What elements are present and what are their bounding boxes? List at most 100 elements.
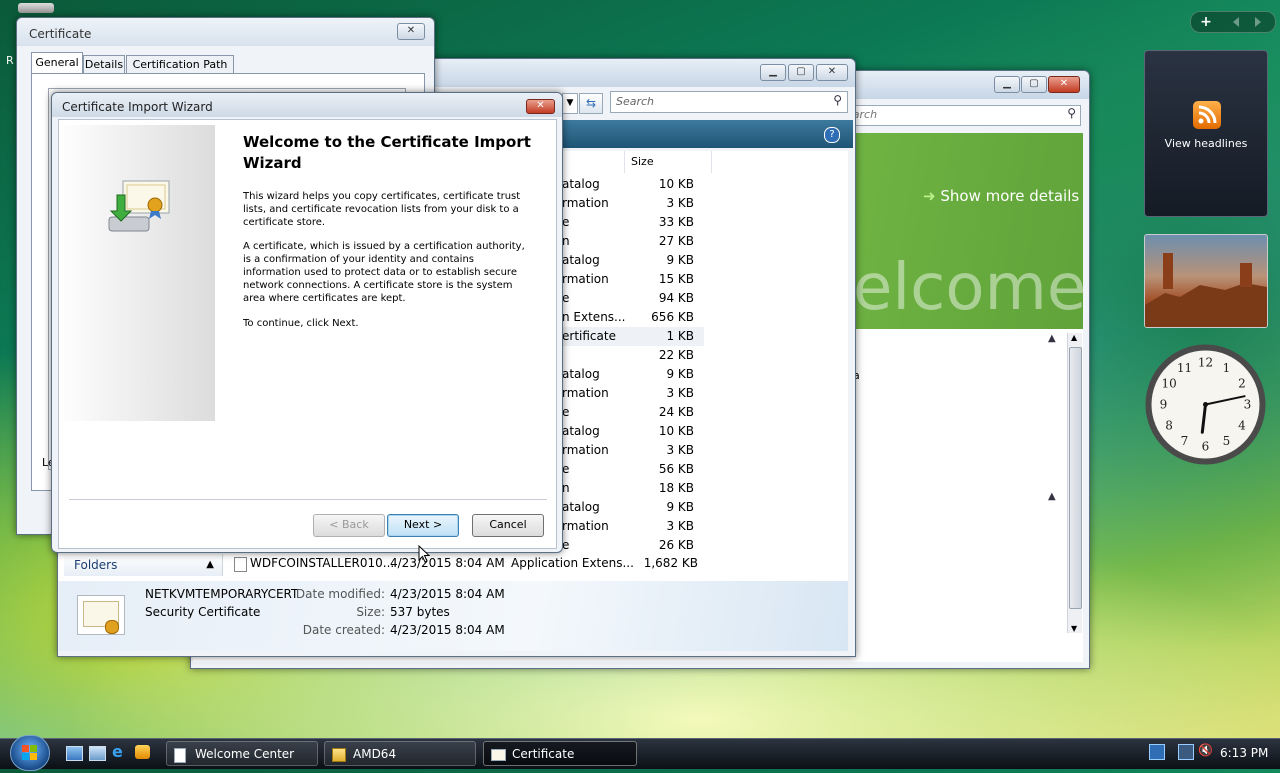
file-size: 9 KB xyxy=(666,367,694,381)
file-icon xyxy=(234,557,247,572)
address-dropdown-icon[interactable]: ▼ xyxy=(562,93,578,114)
details-created-value: 4/23/2015 8:04 AM xyxy=(390,623,505,637)
start-button[interactable] xyxy=(10,735,50,771)
file-row[interactable]: rmation 3 KB xyxy=(558,194,704,213)
file-row[interactable]: n 18 KB xyxy=(558,479,704,498)
scroll-thumb[interactable] xyxy=(1069,347,1082,609)
file-type-fragment: ertificate xyxy=(562,329,616,343)
scroll-down-icon[interactable]: ▼ xyxy=(1071,624,1077,633)
refresh-button[interactable]: ⇆ xyxy=(579,93,603,114)
clock-gadget[interactable]: 1 2 3 4 5 6 7 8 9 10 11 12 xyxy=(1143,342,1268,467)
welcome-search-box[interactable]: earch ⚲ xyxy=(841,105,1081,126)
file-row[interactable]: e 94 KB xyxy=(558,289,704,308)
clock-number: 6 xyxy=(1202,440,1210,454)
file-name: WDFCOINSTALLER010... xyxy=(250,556,395,570)
welcome-banner-text: elcome xyxy=(853,251,1083,325)
file-row[interactable]: atalog 10 KB xyxy=(558,422,704,441)
explorer-maximize-button[interactable]: ▢ xyxy=(788,64,814,81)
tray-network-icon[interactable] xyxy=(1178,744,1194,760)
explorer-search-box[interactable]: Search ⚲ xyxy=(610,91,848,113)
file-row[interactable]: ertificate 1 KB xyxy=(558,327,704,346)
tab-certification-path[interactable]: Certification Path xyxy=(126,55,234,74)
sidebar-prev-icon[interactable] xyxy=(1233,17,1239,27)
back-button[interactable]: < Back xyxy=(313,514,385,537)
file-row[interactable]: e 33 KB xyxy=(558,213,704,232)
help-icon[interactable]: ? xyxy=(824,127,840,143)
file-row[interactable]: atalog 9 KB xyxy=(558,251,704,270)
sidebar-add-button[interactable]: + xyxy=(1197,12,1215,32)
file-row[interactable]: 22 KB xyxy=(558,346,704,365)
show-desktop-icon[interactable] xyxy=(66,746,83,761)
tray-language-icon[interactable] xyxy=(1149,744,1165,760)
clock-number: 11 xyxy=(1177,361,1192,375)
show-more-details-link[interactable]: ➜ Show more details xyxy=(923,187,1079,205)
file-rows: atalog 10 KB rmation 3 KB e 33 KB n 27 KB atalog… xyxy=(558,175,704,555)
rss-icon xyxy=(1193,101,1221,129)
taskbar-button-certificate[interactable]: Certificate xyxy=(483,741,637,766)
file-size: 656 KB xyxy=(651,310,694,324)
taskbar-button-amd64[interactable]: AMD64 xyxy=(324,741,476,766)
file-row[interactable]: rmation 3 KB xyxy=(558,384,704,403)
file-type-fragment: atalog xyxy=(562,500,600,514)
tray-volume-muted-icon[interactable]: 🔇 xyxy=(1198,743,1213,757)
details-size-label: Size: xyxy=(356,605,385,619)
welcome-scrollbar[interactable]: ▲ ▼ xyxy=(1067,333,1082,633)
folders-label: Folders xyxy=(74,558,118,572)
import-wizard-dialog[interactable]: Certificate Import Wizard ✕ Welcome to t… xyxy=(51,92,563,553)
wizard-close-button[interactable]: ✕ xyxy=(526,99,555,114)
welcome-collapse-icon-2[interactable]: ▲ xyxy=(1048,491,1056,502)
monument-valley-image xyxy=(1145,253,1267,327)
sidebar-next-icon[interactable] xyxy=(1255,17,1261,27)
file-type-fragment: rmation xyxy=(562,519,609,533)
tab-general[interactable]: General xyxy=(31,52,83,74)
explorer-minimize-button[interactable]: ▁ xyxy=(760,64,786,81)
file-type-fragment: rmation xyxy=(562,196,609,210)
taskbar-button-welcome-center[interactable]: Welcome Center xyxy=(166,741,318,766)
windows-logo-icon xyxy=(22,745,37,760)
file-row[interactable]: rmation 15 KB xyxy=(558,270,704,289)
sidebar-controls: + xyxy=(1190,11,1276,33)
file-row[interactable]: e 26 KB xyxy=(558,536,704,555)
file-type-fragment: rmation xyxy=(562,443,609,457)
file-row[interactable]: atalog 9 KB xyxy=(558,365,704,384)
clock-number: 5 xyxy=(1223,434,1231,448)
file-size: 9 KB xyxy=(666,253,694,267)
wizard-paragraph-3: To continue, click Next. xyxy=(243,318,359,329)
file-size: 10 KB xyxy=(658,424,694,438)
file-row[interactable]: e 24 KB xyxy=(558,403,704,422)
slideshow-gadget[interactable] xyxy=(1144,234,1268,328)
folders-pane-header[interactable]: Folders ▲ xyxy=(64,554,223,576)
file-row[interactable]: atalog 9 KB xyxy=(558,498,704,517)
file-row[interactable]: rmation 3 KB xyxy=(558,517,704,536)
feed-headlines-gadget[interactable]: View headlines xyxy=(1144,50,1268,217)
next-button[interactable]: Next > xyxy=(387,514,459,537)
file-type-fragment: atalog xyxy=(562,177,600,191)
cancel-button[interactable]: Cancel xyxy=(472,514,544,537)
certificate-close-button[interactable]: ✕ xyxy=(397,23,425,40)
recycle-bin-icon[interactable] xyxy=(18,3,54,13)
taskbar-clock[interactable]: 6:13 PM xyxy=(1220,746,1268,760)
file-row-last[interactable]: WDFCOINSTALLER010... 4/23/2015 8:04 AM A… xyxy=(224,554,704,573)
welcome-close-button[interactable]: ✕ xyxy=(1048,76,1080,93)
taskbar-label: AMD64 xyxy=(353,747,397,761)
tab-details[interactable]: Details xyxy=(83,55,125,74)
file-row[interactable]: rmation 3 KB xyxy=(558,441,704,460)
mouse-pointer-icon xyxy=(418,545,430,563)
search-icon: ⚲ xyxy=(833,93,842,107)
switch-windows-icon[interactable] xyxy=(89,746,106,761)
file-row[interactable]: e 56 KB xyxy=(558,460,704,479)
explorer-close-button[interactable]: ✕ xyxy=(816,64,848,81)
file-type: Application Extens... xyxy=(511,556,634,570)
welcome-collapse-icon[interactable]: ▲ xyxy=(1048,333,1056,344)
column-header-size[interactable]: Size xyxy=(624,151,712,173)
file-row[interactable]: n 27 KB xyxy=(558,232,704,251)
welcome-maximize-button[interactable]: ▢ xyxy=(1021,76,1047,93)
scroll-up-icon[interactable]: ▲ xyxy=(1071,333,1077,342)
clock-number: 12 xyxy=(1198,356,1213,370)
file-row[interactable]: n Extens... 656 KB xyxy=(558,308,704,327)
internet-explorer-icon[interactable]: e xyxy=(112,744,128,760)
file-row[interactable]: atalog 10 KB xyxy=(558,175,704,194)
explorer-search-placeholder: Search xyxy=(616,95,655,108)
welcome-minimize-button[interactable]: ▁ xyxy=(994,76,1020,93)
media-player-icon[interactable] xyxy=(135,745,150,759)
